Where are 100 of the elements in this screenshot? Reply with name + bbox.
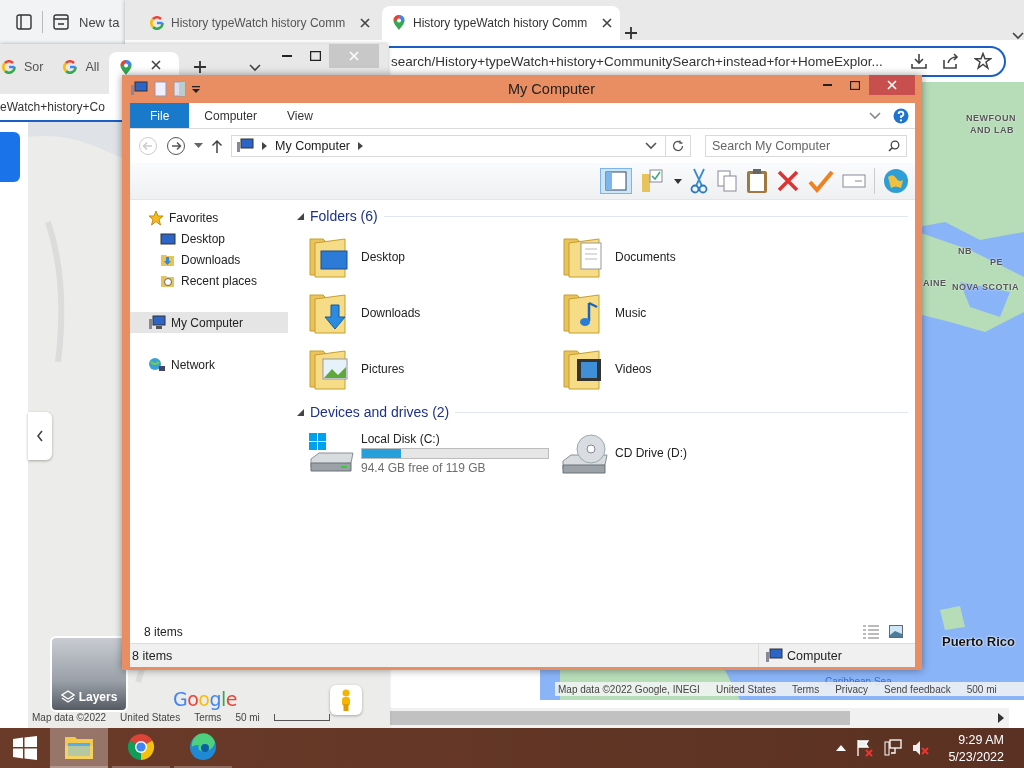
up-icon[interactable] <box>211 139 223 153</box>
clipboard-icon[interactable] <box>746 168 768 194</box>
collapse-icon[interactable] <box>297 212 304 220</box>
preview-pane-button[interactable] <box>600 168 632 194</box>
search-field[interactable]: Search My Computer <box>705 135 907 157</box>
layers-icon <box>60 690 75 704</box>
nav-item[interactable]: Network <box>130 354 288 375</box>
minimize-icon[interactable] <box>822 84 832 86</box>
dropdown-icon[interactable] <box>674 178 682 184</box>
flag-icon[interactable] <box>856 739 875 757</box>
layers-button[interactable]: Layers <box>50 636 128 712</box>
horizontal-scrollbar[interactable] <box>390 708 1009 728</box>
ribbon-tab[interactable]: File <box>130 103 190 128</box>
ribbon-tab[interactable]: Computer <box>189 103 273 128</box>
close-icon[interactable] <box>360 18 370 28</box>
item-count: 8 items <box>144 625 184 639</box>
checkmark-icon[interactable] <box>808 169 834 193</box>
computer-icon <box>148 314 166 331</box>
taskbar-button[interactable] <box>50 728 108 768</box>
nav-item[interactable]: My Computer <box>130 312 288 333</box>
dropdown-icon[interactable] <box>192 85 200 93</box>
folder-icon[interactable] <box>64 734 94 760</box>
map-attribution: 50 mi <box>235 712 260 723</box>
map-link[interactable]: United States <box>715 683 776 695</box>
scroll-right-icon[interactable] <box>997 713 1005 723</box>
map-label: NB <box>958 246 972 256</box>
map-attribution: Map data ©2022 <box>32 712 107 723</box>
nav-item[interactable]: Downloads <box>130 249 288 270</box>
map-attribution: Map data ©2022 Google, INEGI <box>558 683 700 695</box>
collapse-icon[interactable] <box>297 408 304 416</box>
map-link[interactable]: United States <box>120 712 181 723</box>
scissors-icon[interactable] <box>690 168 708 194</box>
tab-list-icon[interactable] <box>1012 32 1024 40</box>
drive-item[interactable]: Local Disk (C:) 94.4 GB free of 119 GB <box>297 425 551 481</box>
folder-item[interactable]: Music <box>551 285 805 341</box>
sidebar-icon[interactable] <box>16 14 32 30</box>
history-dropdown-icon[interactable] <box>645 142 657 150</box>
chevron-left-icon[interactable] <box>36 430 44 442</box>
refresh-icon[interactable] <box>672 140 684 152</box>
address-field[interactable]: My Computer <box>231 135 691 157</box>
drive-item[interactable]: CD Drive (D:) <box>551 425 805 481</box>
nav-item[interactable]: Favorites <box>130 207 288 228</box>
browser-tab[interactable]: Sor <box>0 52 54 94</box>
nav-item[interactable]: Desktop <box>130 228 288 249</box>
help-icon[interactable] <box>893 107 909 124</box>
forward-icon[interactable] <box>166 136 186 156</box>
map-link[interactable]: Terms <box>194 712 222 723</box>
browser-icon[interactable] <box>127 733 155 761</box>
up-arrow-icon[interactable] <box>836 745 847 751</box>
large-icons-view-icon[interactable] <box>889 625 903 638</box>
speaker-icon[interactable] <box>912 739 931 757</box>
network-icon[interactable] <box>884 739 903 757</box>
minimize-icon[interactable] <box>282 55 293 57</box>
nav-item[interactable]: Recent places <box>130 270 288 291</box>
tab-icon[interactable] <box>53 14 69 30</box>
close-icon[interactable] <box>151 60 162 70</box>
globe-icon[interactable] <box>883 168 909 194</box>
browser-tab[interactable]: History typeWatch history Comm <box>382 6 620 40</box>
g-logo-icon <box>63 60 78 74</box>
folder-item[interactable]: Documents <box>551 229 805 285</box>
maximize-icon[interactable] <box>309 51 321 61</box>
map-link[interactable]: Privacy <box>835 683 868 695</box>
star-outline-icon[interactable] <box>974 52 992 70</box>
search-icon <box>888 140 900 152</box>
expand-ribbon-icon[interactable] <box>869 111 881 120</box>
folder-item[interactable]: Videos <box>551 341 805 397</box>
map-link[interactable]: Send feedback <box>884 683 951 695</box>
browser-tab[interactable]: History typeWatch history Comm <box>140 6 378 40</box>
ribbon-tab[interactable]: View <box>272 103 328 128</box>
maximize-icon[interactable] <box>850 80 860 90</box>
desktop-icon <box>160 230 176 247</box>
scale-bar <box>273 714 330 721</box>
status-text: 8 items <box>131 648 174 663</box>
plus-icon[interactable] <box>193 60 208 74</box>
window-title: My Computer <box>507 81 596 97</box>
folder-item[interactable]: Pictures <box>297 341 551 397</box>
map-label: Puerto Rico <box>942 634 1015 649</box>
pane-icon <box>605 171 627 191</box>
download-icon[interactable] <box>910 52 928 70</box>
map-link[interactable]: Terms <box>791 683 820 695</box>
delete-icon[interactable] <box>776 169 800 193</box>
folder-item[interactable]: Desktop <box>297 229 551 285</box>
browser-tab[interactable]: All <box>53 52 110 94</box>
browser-tab[interactable]: New ta <box>79 14 120 30</box>
cd-drive-icon <box>561 431 609 475</box>
plus-icon[interactable] <box>624 26 638 40</box>
group-header: Devices and drives (2) <box>310 404 450 420</box>
address-bar[interactable]: eWatch+history+Co <box>0 100 105 114</box>
clock[interactable]: 9:29 AM 5/23/2022 <box>948 732 1004 764</box>
computer-icon[interactable] <box>130 81 148 97</box>
recent-locations-icon[interactable] <box>194 143 203 149</box>
browser-icon[interactable] <box>189 733 217 761</box>
share-icon[interactable] <box>942 52 960 70</box>
breadcrumb-arrow-icon <box>262 142 267 150</box>
tab-list-icon[interactable] <box>249 64 262 72</box>
group-header: Folders (6) <box>310 208 378 224</box>
folder-item[interactable]: Downloads <box>297 285 551 341</box>
close-icon[interactable] <box>602 18 612 28</box>
start-icon[interactable] <box>12 735 38 761</box>
folder-check-icon[interactable] <box>640 168 666 194</box>
